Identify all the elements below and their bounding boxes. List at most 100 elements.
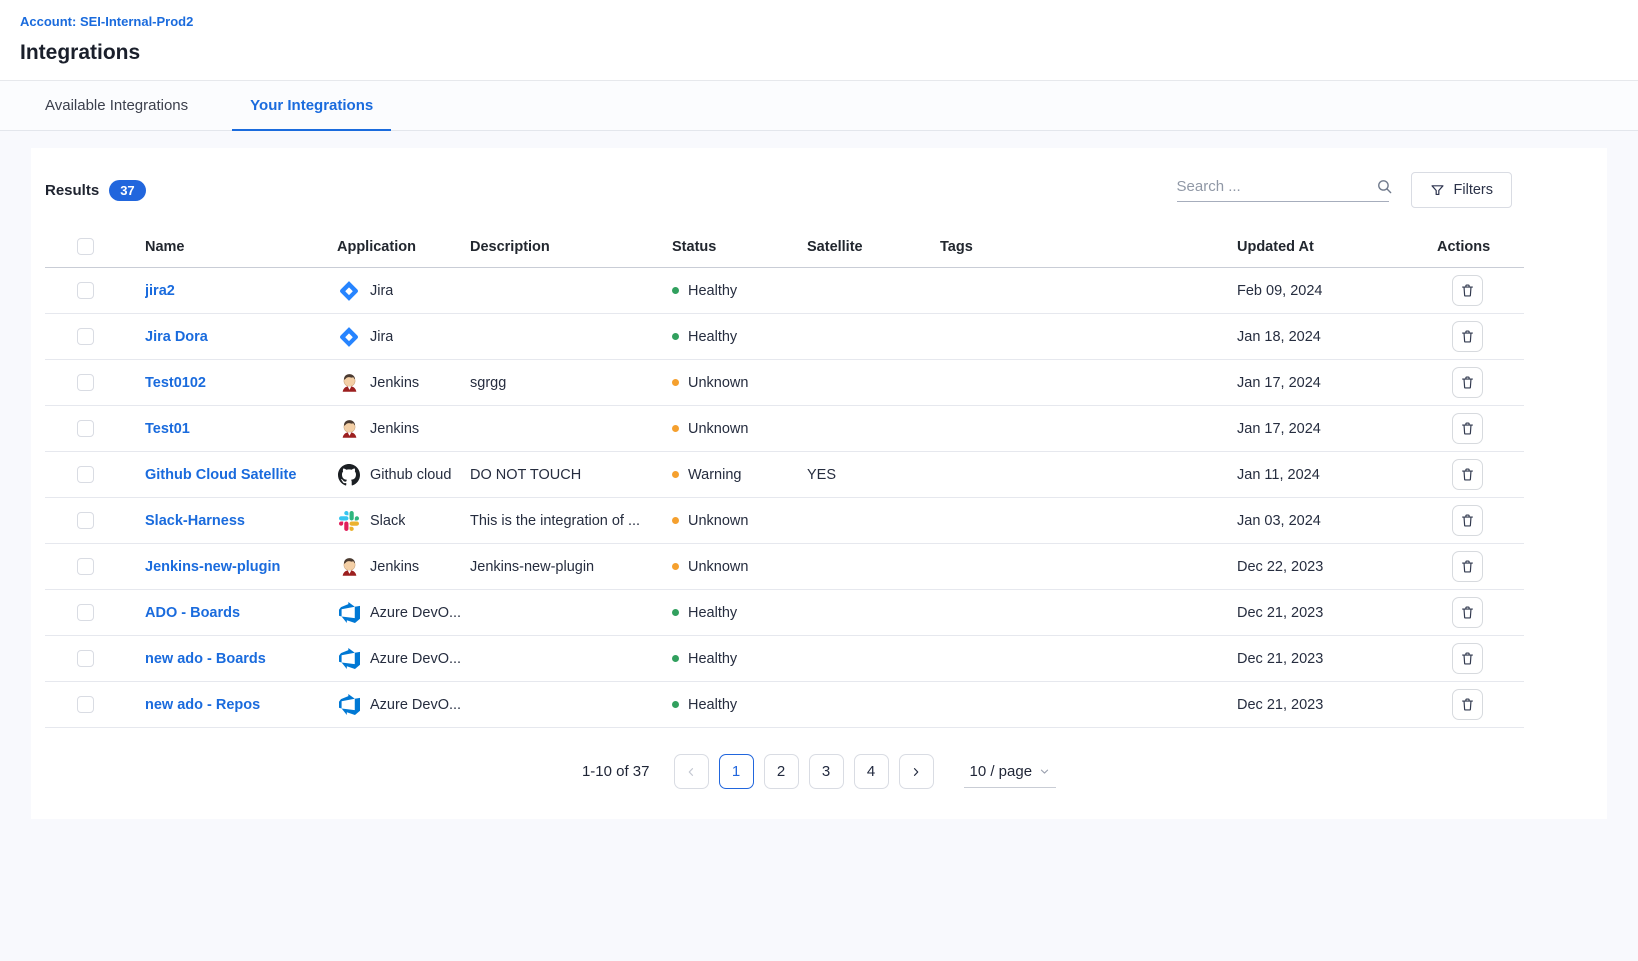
table-row: Slack-Harness Slack This is the integrat… [45, 498, 1524, 544]
pagination: 1-10 of 37 1 2 3 4 10 / page [31, 754, 1607, 789]
delete-button[interactable] [1452, 275, 1483, 306]
updated-at: Feb 09, 2024 [1237, 283, 1437, 299]
page-button-2[interactable]: 2 [764, 754, 799, 789]
trash-icon [1460, 375, 1475, 390]
row-checkbox[interactable] [77, 328, 94, 345]
delete-button[interactable] [1452, 551, 1483, 582]
previous-page-button[interactable] [674, 754, 709, 789]
integration-name-link[interactable]: Github Cloud Satellite [145, 467, 296, 483]
updated-at: Dec 21, 2023 [1237, 651, 1437, 667]
trash-icon [1460, 421, 1475, 436]
table-row: Test01 Jenkins Unknown Jan [45, 406, 1524, 452]
delete-button[interactable] [1452, 321, 1483, 352]
tab-your-integrations[interactable]: Your Integrations [232, 81, 391, 131]
status-dot [672, 517, 679, 524]
page-button-1[interactable]: 1 [719, 754, 754, 789]
delete-button[interactable] [1452, 597, 1483, 628]
updated-at: Dec 21, 2023 [1237, 697, 1437, 713]
status-label: Unknown [688, 513, 748, 529]
status-label: Healthy [688, 697, 737, 713]
integration-name-link[interactable]: Slack-Harness [145, 513, 245, 529]
column-header-application: Application [337, 239, 470, 255]
next-page-button[interactable] [899, 754, 934, 789]
column-header-satellite: Satellite [807, 239, 940, 255]
delete-button[interactable] [1452, 367, 1483, 398]
row-checkbox[interactable] [77, 558, 94, 575]
slack-icon [337, 511, 361, 531]
integration-name-link[interactable]: new ado - Repos [145, 697, 260, 713]
status-dot [672, 471, 679, 478]
delete-button[interactable] [1452, 459, 1483, 490]
integration-name-link[interactable]: new ado - Boards [145, 651, 266, 667]
integration-name-link[interactable]: Test01 [145, 421, 190, 437]
row-checkbox[interactable] [77, 420, 94, 437]
account-link[interactable]: Account: SEI-Internal-Prod2 [20, 14, 193, 29]
delete-button[interactable] [1452, 505, 1483, 536]
status-dot [672, 655, 679, 662]
integration-name-link[interactable]: jira2 [145, 283, 175, 299]
delete-button[interactable] [1452, 689, 1483, 720]
trash-icon [1460, 605, 1475, 620]
filters-button-label: Filters [1454, 182, 1493, 198]
integrations-table: Name Application Description Status Sate… [45, 226, 1524, 728]
updated-at: Jan 17, 2024 [1237, 421, 1437, 437]
tab-bar: Available Integrations Your Integrations [0, 81, 1638, 131]
integration-name-link[interactable]: Jira Dora [145, 329, 208, 345]
trash-icon [1460, 559, 1475, 574]
page-header: Account: SEI-Internal-Prod2 Integrations [0, 0, 1638, 81]
page-size-label: 10 / page [970, 763, 1033, 780]
status-dot [672, 609, 679, 616]
application-name: Slack [370, 513, 405, 529]
table-row: new ado - Repos Azure DevO... Healthy [45, 682, 1524, 728]
row-checkbox[interactable] [77, 512, 94, 529]
updated-at: Dec 22, 2023 [1237, 559, 1437, 575]
status-dot [672, 379, 679, 386]
results-label: Results [45, 182, 99, 199]
column-header-status: Status [672, 239, 807, 255]
application-name: Jira [370, 329, 393, 345]
integration-name-link[interactable]: ADO - Boards [145, 605, 240, 621]
page-button-4[interactable]: 4 [854, 754, 889, 789]
row-checkbox[interactable] [77, 374, 94, 391]
row-checkbox[interactable] [77, 282, 94, 299]
table-row: Test0102 Jenkins sgrgg Unknown [45, 360, 1524, 406]
status-dot [672, 563, 679, 570]
description: sgrgg [470, 375, 672, 391]
trash-icon [1460, 697, 1475, 712]
row-checkbox[interactable] [77, 696, 94, 713]
jira-icon [337, 326, 361, 348]
filters-button[interactable]: Filters [1411, 172, 1512, 208]
search-icon [1376, 178, 1393, 195]
status-label: Warning [688, 467, 741, 483]
row-checkbox[interactable] [77, 604, 94, 621]
table-row: ADO - Boards Azure DevO... Healthy [45, 590, 1524, 636]
status-dot [672, 333, 679, 340]
integration-name-link[interactable]: Test0102 [145, 375, 206, 391]
tab-available-integrations[interactable]: Available Integrations [27, 81, 206, 131]
status-dot [672, 425, 679, 432]
table-header-row: Name Application Description Status Sate… [45, 226, 1524, 268]
application-name: Azure DevO... [370, 697, 461, 713]
jenkins-icon [337, 556, 361, 578]
select-all-checkbox[interactable] [77, 238, 94, 255]
status-label: Healthy [688, 329, 737, 345]
search-input[interactable] [1177, 178, 1376, 195]
row-checkbox[interactable] [77, 466, 94, 483]
description: Jenkins-new-plugin [470, 559, 672, 575]
delete-button[interactable] [1452, 643, 1483, 674]
table-row: jira2 Jira Healthy Feb 09, [45, 268, 1524, 314]
page-button-3[interactable]: 3 [809, 754, 844, 789]
pagination-range-label: 1-10 of 37 [582, 763, 650, 780]
azure-devops-icon [337, 602, 361, 623]
row-checkbox[interactable] [77, 650, 94, 667]
application-name: Jenkins [370, 559, 419, 575]
search-box [1177, 178, 1389, 202]
delete-button[interactable] [1452, 413, 1483, 444]
status-label: Unknown [688, 421, 748, 437]
updated-at: Jan 18, 2024 [1237, 329, 1437, 345]
table-row: Github Cloud Satellite Github cloud DO N… [45, 452, 1524, 498]
updated-at: Jan 03, 2024 [1237, 513, 1437, 529]
page-size-select[interactable]: 10 / page [964, 756, 1057, 788]
integration-name-link[interactable]: Jenkins-new-plugin [145, 559, 280, 575]
description: DO NOT TOUCH [470, 467, 672, 483]
